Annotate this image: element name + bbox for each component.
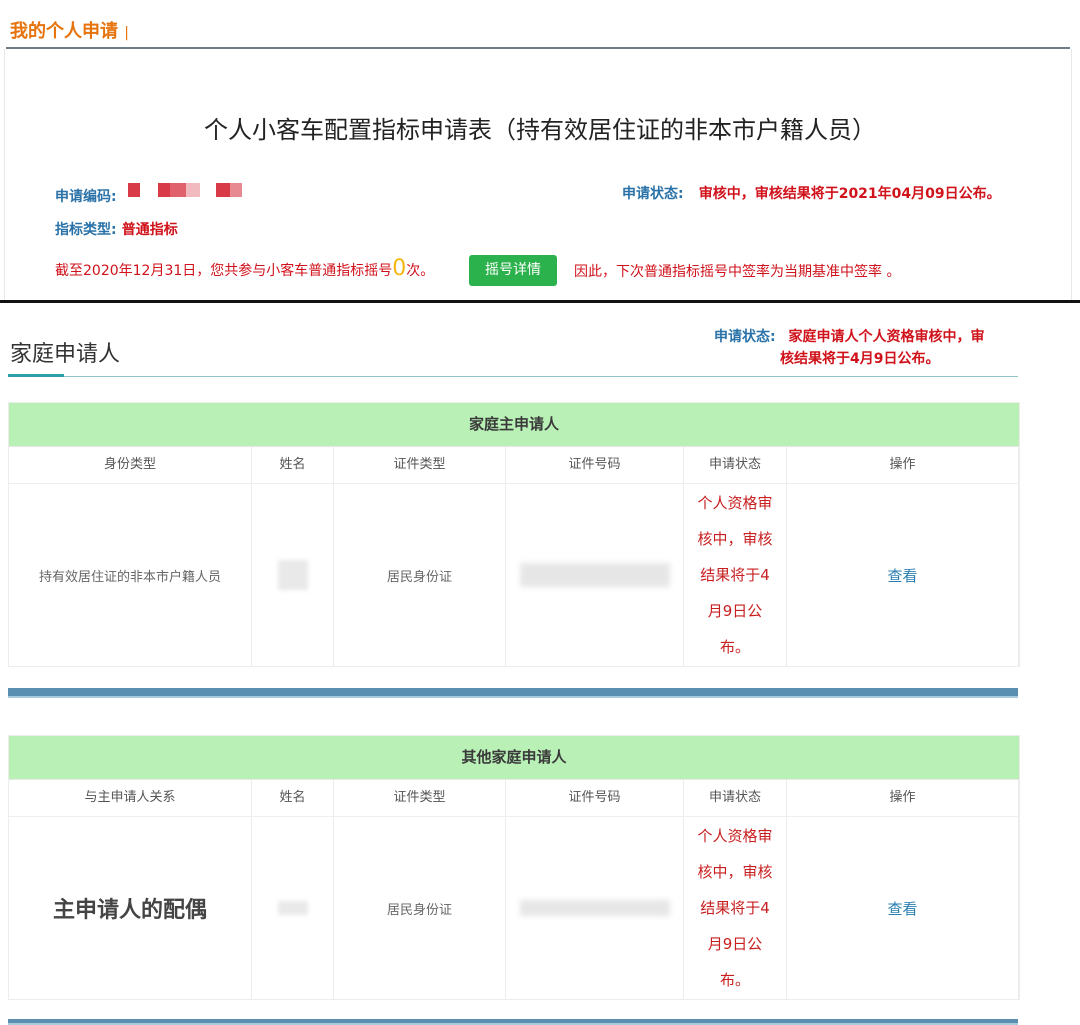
id-number-cell-redacted xyxy=(506,817,684,999)
form-status-label: 申请状态: xyxy=(622,186,684,202)
col-name: 姓名 xyxy=(252,780,334,816)
col-status: 申请状态 xyxy=(684,780,787,816)
action-cell: 查看 xyxy=(787,817,1019,999)
table-row: 持有效居住证的非本市户籍人员 居民身份证 个人资格审 核中，审核 结果将于4 月… xyxy=(9,483,1019,666)
other-applicants-table-header: 与主申请人关系 姓名 证件类型 证件号码 申请状态 操作 xyxy=(9,779,1019,816)
view-link[interactable]: 查看 xyxy=(887,898,917,919)
form-status: 申请状态: 审核中，审核结果将于2021年04月09日公布。 xyxy=(622,183,1001,203)
form-status-value: 审核中，审核结果将于2021年04月09日公布。 xyxy=(698,186,1001,202)
main-applicant-table-header: 身份类型 姓名 证件类型 证件号码 申请状态 操作 xyxy=(9,446,1019,483)
screenshot-divider xyxy=(0,300,1080,303)
cursor-mark: | xyxy=(124,25,129,41)
family-status-value-line2: 核结果将于4月9日公布。 xyxy=(780,351,940,367)
col-identity-type: 身份类型 xyxy=(9,447,252,483)
quota-type: 指标类型: 普通指标 xyxy=(55,219,178,239)
status-cell: 个人资格审 核中，审核 结果将于4 月9日公 布。 xyxy=(684,817,787,999)
lottery-notice-tail: 因此，下次普通指标摇号中签率为当期基准中签率 。 xyxy=(574,264,901,280)
lottery-notice-prefix: 截至2020年12月31日，您共参与小客车普通指标摇号 xyxy=(55,263,393,279)
name-cell-redacted xyxy=(252,817,334,999)
section-underline xyxy=(8,376,1018,377)
identity-type-cell: 持有效居住证的非本市户籍人员 xyxy=(9,484,252,666)
page-header-title: 我的个人申请 xyxy=(10,21,118,42)
other-applicants-table-title: 其他家庭申请人 xyxy=(9,736,1019,779)
col-status: 申请状态 xyxy=(684,447,787,483)
table-separator xyxy=(8,1019,1018,1025)
lottery-notice: 截至2020年12月31日，您共参与小客车普通指标摇号0次。 xyxy=(55,256,434,281)
family-status-label: 申请状态: xyxy=(714,329,776,345)
action-cell: 查看 xyxy=(787,484,1019,666)
main-applicant-table-title: 家庭主申请人 xyxy=(9,403,1019,446)
col-action: 操作 xyxy=(787,780,1019,816)
col-action: 操作 xyxy=(787,447,1019,483)
quota-type-label: 指标类型: xyxy=(55,222,117,238)
col-id-number: 证件号码 xyxy=(506,447,684,483)
name-cell-redacted xyxy=(252,484,334,666)
id-type-cell: 居民身份证 xyxy=(334,817,506,999)
lottery-detail-button[interactable]: 摇号详情 xyxy=(469,255,557,286)
application-code-label: 申请编码: xyxy=(55,189,117,205)
relation-cell: 主申请人的配偶 xyxy=(9,817,252,999)
other-applicants-table: 其他家庭申请人 与主申请人关系 姓名 证件类型 证件号码 申请状态 操作 主申请… xyxy=(8,735,1020,1000)
col-id-type: 证件类型 xyxy=(334,447,506,483)
main-applicant-table: 家庭主申请人 身份类型 姓名 证件类型 证件号码 申请状态 操作 持有效居住证的… xyxy=(8,402,1020,667)
family-status: 申请状态: 家庭申请人个人资格审核中，审 核结果将于4月9日公布。 xyxy=(714,326,1044,370)
status-cell: 个人资格审 核中，审核 结果将于4 月9日公 布。 xyxy=(684,484,787,666)
section-underline-accent xyxy=(8,374,64,377)
col-name: 姓名 xyxy=(252,447,334,483)
col-id-number: 证件号码 xyxy=(506,780,684,816)
family-status-value-line1: 家庭申请人个人资格审核中，审 xyxy=(788,329,985,345)
table-separator xyxy=(8,688,1018,698)
family-section-title: 家庭申请人 xyxy=(10,342,121,367)
page-header: 我的个人申请 | xyxy=(10,17,129,43)
lottery-notice-suffix: 次。 xyxy=(406,263,435,279)
quota-type-value: 普通指标 xyxy=(121,222,178,238)
table-row: 主申请人的配偶 居民身份证 个人资格审 核中，审核 结果将于4 月9日公 布。 … xyxy=(9,816,1019,999)
col-id-type: 证件类型 xyxy=(334,780,506,816)
col-relation: 与主申请人关系 xyxy=(9,780,252,816)
lottery-count: 0 xyxy=(392,256,407,281)
view-link[interactable]: 查看 xyxy=(887,565,917,586)
application-code: 申请编码: xyxy=(55,186,117,206)
id-type-cell: 居民身份证 xyxy=(334,484,506,666)
form-title: 个人小客车配置指标申请表（持有效居住证的非本市户籍人员） xyxy=(204,116,876,144)
id-number-cell-redacted xyxy=(506,484,684,666)
